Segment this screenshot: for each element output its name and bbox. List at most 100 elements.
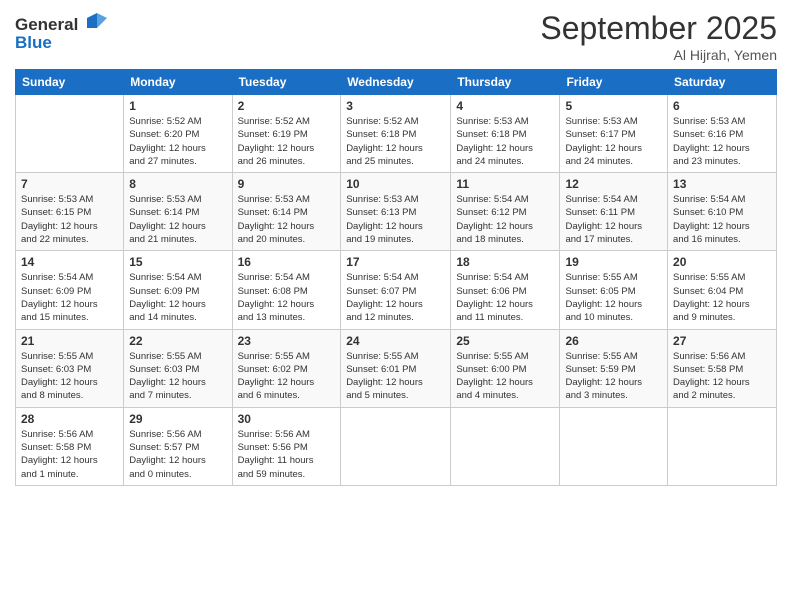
day-number: 11	[456, 177, 554, 191]
day-info: Sunrise: 5:54 AM Sunset: 6:08 PM Dayligh…	[238, 271, 336, 324]
title-month: September 2025	[540, 10, 777, 47]
day-number: 22	[129, 334, 226, 348]
week-row-1: 1Sunrise: 5:52 AM Sunset: 6:20 PM Daylig…	[16, 95, 777, 173]
calendar-cell: 21 Sunrise: 5:55 AM Sunset: 6:03 PM Dayli…	[16, 329, 124, 407]
calendar-cell	[341, 407, 451, 485]
col-header-sunday: Sunday	[16, 70, 124, 95]
col-header-thursday: Thursday	[451, 70, 560, 95]
calendar-cell: 4 Sunrise: 5:53 AM Sunset: 6:18 PM Daylig…	[451, 95, 560, 173]
calendar-cell: 29Sunrise: 5:56 AM Sunset: 5:57 PM Dayli…	[124, 407, 232, 485]
calendar-cell: 3Sunrise: 5:52 AM Sunset: 6:18 PM Daylig…	[341, 95, 451, 173]
day-info: Sunrise: 5:52 AM Sunset: 6:19 PM Dayligh…	[238, 115, 336, 168]
day-number: 5	[565, 99, 662, 113]
calendar-cell: 27 Sunrise: 5:56 AM Sunset: 5:58 PM Dayli…	[668, 329, 777, 407]
day-info: Sunrise: 5:53 AM Sunset: 6:15 PM Dayligh…	[21, 193, 118, 246]
day-info: Sunrise: 5:53 AM Sunset: 6:17 PM Dayligh…	[565, 115, 662, 168]
calendar-cell	[16, 95, 124, 173]
day-info: Sunrise: 5:53 AM Sunset: 6:16 PM Dayligh…	[673, 115, 771, 168]
day-info: Sunrise: 5:53 AM Sunset: 6:14 PM Dayligh…	[238, 193, 336, 246]
calendar-cell: 18Sunrise: 5:54 AM Sunset: 6:06 PM Dayli…	[451, 251, 560, 329]
day-number: 10	[346, 177, 445, 191]
header: General Blue September 2025 Al Hijrah, Y…	[15, 10, 777, 63]
day-info: Sunrise: 5:54 AM Sunset: 6:09 PM Dayligh…	[129, 271, 226, 324]
day-info: Sunrise: 5:53 AM Sunset: 6:14 PM Dayligh…	[129, 193, 226, 246]
day-info: Sunrise: 5:53 AM Sunset: 6:18 PM Dayligh…	[456, 115, 554, 168]
day-number: 6	[673, 99, 771, 113]
calendar-cell: 12 Sunrise: 5:54 AM Sunset: 6:11 PM Dayli…	[560, 173, 668, 251]
day-number: 30	[238, 412, 336, 426]
logo: General Blue	[15, 10, 110, 60]
calendar-cell: 14 Sunrise: 5:54 AM Sunset: 6:09 PM Dayli…	[16, 251, 124, 329]
day-number: 3	[346, 99, 445, 113]
day-info: Sunrise: 5:54 AM Sunset: 6:09 PM Dayligh…	[21, 271, 118, 324]
day-number: 27	[673, 334, 771, 348]
week-row-3: 14 Sunrise: 5:54 AM Sunset: 6:09 PM Dayli…	[16, 251, 777, 329]
week-row-5: 28 Sunrise: 5:56 AM Sunset: 5:58 PM Dayli…	[16, 407, 777, 485]
svg-text:Blue: Blue	[15, 33, 52, 52]
svg-text:General: General	[15, 15, 78, 34]
week-row-2: 7Sunrise: 5:53 AM Sunset: 6:15 PM Daylig…	[16, 173, 777, 251]
calendar-table: SundayMondayTuesdayWednesdayThursdayFrid…	[15, 69, 777, 486]
day-number: 19	[565, 255, 662, 269]
day-number: 25	[456, 334, 554, 348]
calendar-cell: 1Sunrise: 5:52 AM Sunset: 6:20 PM Daylig…	[124, 95, 232, 173]
day-info: Sunrise: 5:54 AM Sunset: 6:11 PM Dayligh…	[565, 193, 662, 246]
day-number: 24	[346, 334, 445, 348]
calendar-cell: 8 Sunrise: 5:53 AM Sunset: 6:14 PM Daylig…	[124, 173, 232, 251]
day-number: 17	[346, 255, 445, 269]
calendar-cell	[451, 407, 560, 485]
calendar-cell: 17 Sunrise: 5:54 AM Sunset: 6:07 PM Dayli…	[341, 251, 451, 329]
day-info: Sunrise: 5:55 AM Sunset: 6:04 PM Dayligh…	[673, 271, 771, 324]
day-number: 20	[673, 255, 771, 269]
day-number: 4	[456, 99, 554, 113]
day-info: Sunrise: 5:53 AM Sunset: 6:13 PM Dayligh…	[346, 193, 445, 246]
calendar-cell: 20 Sunrise: 5:55 AM Sunset: 6:04 PM Dayli…	[668, 251, 777, 329]
calendar-cell: 11 Sunrise: 5:54 AM Sunset: 6:12 PM Dayli…	[451, 173, 560, 251]
day-number: 9	[238, 177, 336, 191]
day-number: 28	[21, 412, 118, 426]
calendar-cell: 13 Sunrise: 5:54 AM Sunset: 6:10 PM Dayli…	[668, 173, 777, 251]
day-number: 8	[129, 177, 226, 191]
title-location: Al Hijrah, Yemen	[540, 47, 777, 63]
day-info: Sunrise: 5:56 AM Sunset: 5:58 PM Dayligh…	[673, 350, 771, 403]
calendar-cell: 2Sunrise: 5:52 AM Sunset: 6:19 PM Daylig…	[232, 95, 341, 173]
calendar-cell: 15Sunrise: 5:54 AM Sunset: 6:09 PM Dayli…	[124, 251, 232, 329]
calendar-cell: 19 Sunrise: 5:55 AM Sunset: 6:05 PM Dayli…	[560, 251, 668, 329]
header-row: SundayMondayTuesdayWednesdayThursdayFrid…	[16, 70, 777, 95]
day-info: Sunrise: 5:54 AM Sunset: 6:12 PM Dayligh…	[456, 193, 554, 246]
calendar-cell: 26 Sunrise: 5:55 AM Sunset: 5:59 PM Dayli…	[560, 329, 668, 407]
day-info: Sunrise: 5:55 AM Sunset: 6:02 PM Dayligh…	[238, 350, 336, 403]
col-header-tuesday: Tuesday	[232, 70, 341, 95]
calendar-cell: 23Sunrise: 5:55 AM Sunset: 6:02 PM Dayli…	[232, 329, 341, 407]
col-header-wednesday: Wednesday	[341, 70, 451, 95]
calendar-cell	[668, 407, 777, 485]
day-info: Sunrise: 5:55 AM Sunset: 6:01 PM Dayligh…	[346, 350, 445, 403]
col-header-saturday: Saturday	[668, 70, 777, 95]
calendar-cell: 10 Sunrise: 5:53 AM Sunset: 6:13 PM Dayli…	[341, 173, 451, 251]
calendar-cell: 22 Sunrise: 5:55 AM Sunset: 6:03 PM Dayli…	[124, 329, 232, 407]
day-number: 13	[673, 177, 771, 191]
calendar-cell: 28 Sunrise: 5:56 AM Sunset: 5:58 PM Dayli…	[16, 407, 124, 485]
day-info: Sunrise: 5:52 AM Sunset: 6:20 PM Dayligh…	[129, 115, 226, 168]
day-info: Sunrise: 5:55 AM Sunset: 5:59 PM Dayligh…	[565, 350, 662, 403]
calendar-cell: 25 Sunrise: 5:55 AM Sunset: 6:00 PM Dayli…	[451, 329, 560, 407]
day-info: Sunrise: 5:56 AM Sunset: 5:56 PM Dayligh…	[238, 428, 336, 481]
day-info: Sunrise: 5:55 AM Sunset: 6:03 PM Dayligh…	[21, 350, 118, 403]
day-info: Sunrise: 5:55 AM Sunset: 6:00 PM Dayligh…	[456, 350, 554, 403]
calendar-cell: 5 Sunrise: 5:53 AM Sunset: 6:17 PM Daylig…	[560, 95, 668, 173]
calendar-cell: 6 Sunrise: 5:53 AM Sunset: 6:16 PM Daylig…	[668, 95, 777, 173]
day-info: Sunrise: 5:56 AM Sunset: 5:58 PM Dayligh…	[21, 428, 118, 481]
day-info: Sunrise: 5:55 AM Sunset: 6:03 PM Dayligh…	[129, 350, 226, 403]
day-number: 21	[21, 334, 118, 348]
title-block: September 2025 Al Hijrah, Yemen	[540, 10, 777, 63]
day-info: Sunrise: 5:55 AM Sunset: 6:05 PM Dayligh…	[565, 271, 662, 324]
calendar-cell: 7Sunrise: 5:53 AM Sunset: 6:15 PM Daylig…	[16, 173, 124, 251]
day-number: 26	[565, 334, 662, 348]
day-number: 14	[21, 255, 118, 269]
day-info: Sunrise: 5:54 AM Sunset: 6:10 PM Dayligh…	[673, 193, 771, 246]
day-number: 12	[565, 177, 662, 191]
page: General Blue September 2025 Al Hijrah, Y…	[0, 0, 792, 612]
day-info: Sunrise: 5:54 AM Sunset: 6:07 PM Dayligh…	[346, 271, 445, 324]
day-number: 16	[238, 255, 336, 269]
col-header-monday: Monday	[124, 70, 232, 95]
